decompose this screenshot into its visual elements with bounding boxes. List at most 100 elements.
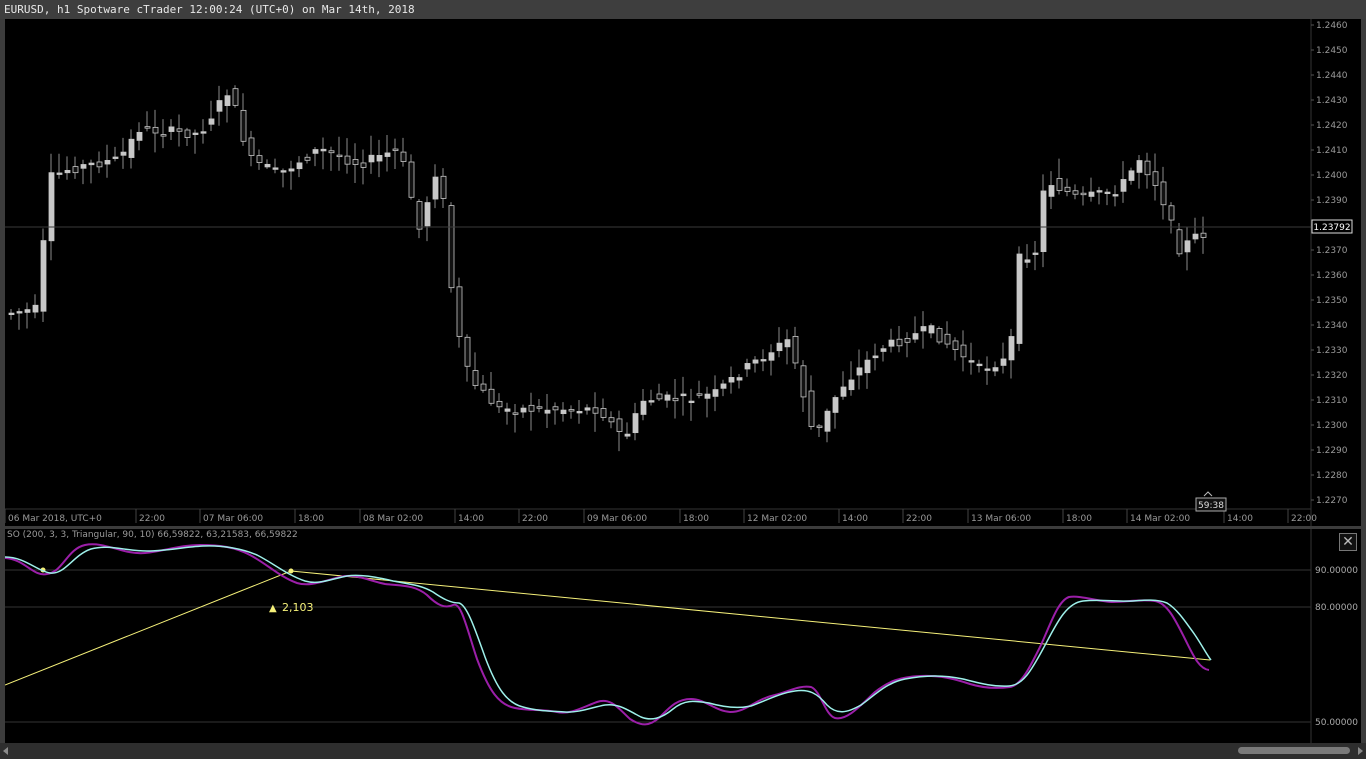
candle-bullish bbox=[720, 383, 727, 389]
price-label: 1.2320 bbox=[1316, 371, 1348, 381]
candle-bullish bbox=[1000, 358, 1007, 366]
candle-bearish bbox=[456, 286, 463, 337]
price-label: 1.2420 bbox=[1316, 121, 1348, 131]
level-label-90: 90.00000 bbox=[1315, 566, 1358, 576]
price-label: 1.2390 bbox=[1316, 196, 1348, 206]
candle-bearish bbox=[400, 151, 407, 162]
trendline-down[interactable] bbox=[290, 570, 1211, 661]
candle-bullish bbox=[576, 411, 583, 414]
candle-bullish bbox=[824, 410, 831, 432]
trendline-anchor[interactable] bbox=[288, 568, 294, 574]
candle-bearish bbox=[816, 425, 823, 428]
candle-bearish bbox=[1152, 171, 1159, 186]
candle-bullish bbox=[376, 155, 383, 162]
time-label: 06 Mar 2018, UTC+0 bbox=[8, 514, 102, 524]
candle-bullish bbox=[104, 160, 111, 165]
arrow-right-icon[interactable] bbox=[1358, 747, 1363, 755]
candle-bullish bbox=[136, 131, 143, 141]
arrow-left-icon[interactable] bbox=[3, 747, 8, 755]
candle-bearish bbox=[232, 88, 239, 106]
candle-bearish bbox=[1160, 181, 1167, 206]
time-label: 18:00 bbox=[1066, 514, 1092, 524]
candle-bullish bbox=[1096, 190, 1103, 193]
candle-bullish bbox=[1040, 190, 1047, 253]
horizontal-scrollbar[interactable] bbox=[0, 743, 1366, 759]
price-label: 1.2270 bbox=[1316, 496, 1348, 506]
price-label: 1.2280 bbox=[1316, 471, 1348, 481]
candle-bearish bbox=[408, 161, 415, 198]
candle-bearish bbox=[936, 328, 943, 343]
candle-bullish bbox=[24, 309, 31, 313]
candle-bullish bbox=[776, 342, 783, 352]
candle-bullish bbox=[984, 368, 991, 371]
candle-bullish bbox=[280, 170, 287, 173]
countdown-label: 59:38 bbox=[1198, 501, 1224, 511]
trendline-up[interactable] bbox=[5, 570, 292, 686]
candle-bullish bbox=[1120, 179, 1127, 192]
price-label: 1.2350 bbox=[1316, 296, 1348, 306]
candle-bearish bbox=[472, 370, 479, 386]
indicator-panel[interactable]: 90.00000 80.00000 50.00000 ▲ 2,103 SO (2… bbox=[5, 529, 1361, 743]
candle-bullish bbox=[1008, 336, 1015, 361]
candle-bullish bbox=[648, 400, 655, 403]
candle-bullish bbox=[216, 100, 223, 112]
candle-bullish bbox=[640, 400, 647, 415]
candle-bullish bbox=[888, 339, 895, 347]
candle-bearish bbox=[480, 383, 487, 391]
candle-bullish bbox=[48, 172, 55, 242]
candle-bullish bbox=[64, 170, 71, 174]
candle-bearish bbox=[184, 129, 191, 138]
trendline-label: 2,103 bbox=[282, 601, 314, 614]
price-chart-canvas[interactable]: 1.2460 1.2450 1.2440 1.2430 1.2420 1.2410 1.24… bbox=[5, 19, 1361, 526]
candle-bullish bbox=[832, 397, 839, 413]
candle-bearish bbox=[616, 418, 623, 432]
candle-bearish bbox=[1168, 205, 1175, 221]
time-label: 22:00 bbox=[906, 514, 932, 524]
candle-bearish bbox=[248, 137, 255, 156]
candle-bearish bbox=[72, 166, 79, 174]
time-axis: 06 Mar 2018, UTC+0 22:00 07 Mar 06:00 18:00… bbox=[5, 509, 1317, 524]
candle-bullish bbox=[1192, 233, 1199, 240]
candle-bullish bbox=[624, 433, 631, 437]
price-label: 1.2440 bbox=[1316, 71, 1348, 81]
time-label: 22:00 bbox=[1291, 514, 1317, 524]
indicator-canvas[interactable]: 90.00000 80.00000 50.00000 ▲ 2,103 bbox=[5, 529, 1361, 743]
candle-bullish bbox=[856, 367, 863, 376]
candle-bullish bbox=[768, 352, 775, 361]
candle-bullish bbox=[88, 162, 95, 166]
price-label: 1.2400 bbox=[1316, 171, 1348, 181]
price-label: 1.2360 bbox=[1316, 271, 1348, 281]
candle-bearish bbox=[608, 417, 615, 423]
price-label: 1.2450 bbox=[1316, 46, 1348, 56]
candle-bearish bbox=[1056, 178, 1063, 191]
price-label: 1.2340 bbox=[1316, 321, 1348, 331]
price-axis: 1.2460 1.2450 1.2440 1.2430 1.2420 1.2410 1.24… bbox=[1311, 21, 1348, 506]
candle-bullish bbox=[32, 304, 39, 313]
candle-bullish bbox=[872, 355, 879, 359]
candle-bullish bbox=[864, 359, 871, 374]
price-label: 1.2460 bbox=[1316, 21, 1348, 31]
candle-bullish bbox=[296, 162, 303, 170]
candle-bearish bbox=[656, 393, 663, 400]
candle-bullish bbox=[1032, 252, 1039, 255]
close-indicator-button[interactable]: ✕ bbox=[1339, 533, 1357, 551]
candle-bullish bbox=[736, 377, 743, 381]
candle-bullish bbox=[968, 360, 975, 363]
candle-bullish bbox=[368, 154, 375, 163]
candle-bullish bbox=[912, 333, 919, 340]
candle-bearish bbox=[1144, 160, 1151, 176]
candle-bearish bbox=[328, 150, 335, 154]
scrollbar-thumb[interactable] bbox=[1238, 747, 1350, 754]
price-chart[interactable]: 1.2460 1.2450 1.2440 1.2430 1.2420 1.2410 1.24… bbox=[5, 19, 1361, 526]
candle-bearish bbox=[488, 388, 495, 404]
price-label: 1.2330 bbox=[1316, 346, 1348, 356]
candle-bullish bbox=[560, 409, 567, 415]
candle-bearish bbox=[496, 400, 503, 408]
close-icon[interactable]: ✕ bbox=[1342, 535, 1354, 549]
candle-bullish bbox=[1016, 253, 1023, 344]
candle-bearish bbox=[448, 205, 455, 289]
indicator-title: SO (200, 3, 3, Triangular, 90, 10) 66,59… bbox=[7, 530, 298, 540]
window-title: EURUSD, h1 Spotware cTrader 12:00:24 (UT… bbox=[0, 0, 1366, 19]
candle-bullish bbox=[120, 151, 127, 156]
candle-bullish bbox=[80, 164, 87, 169]
